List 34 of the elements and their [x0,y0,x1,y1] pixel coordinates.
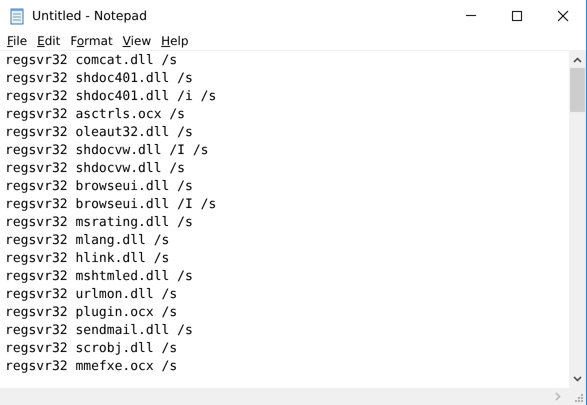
text-line: regsvr32 urlmon.dll /s [5,286,178,304]
chevron-right-icon[interactable] [555,392,561,401]
chevron-down-icon[interactable] [573,376,582,382]
menu-item[interactable]: File [2,34,32,48]
text-line: regsvr32 scrobj.dll /s [5,340,178,358]
text-line: regsvr32 msrating.dll /s [5,214,193,232]
window-title: Untitled - Notepad [32,8,148,23]
close-icon [557,10,569,22]
text-line: regsvr32 shdocvw.dll /I /s [5,142,208,160]
text-line: regsvr32 oleaut32.dll /s [5,124,193,142]
text-line: regsvr32 plugin.ocx /s [5,304,178,322]
text-line: regsvr32 sendmail.dll /s [5,322,193,340]
menu-item[interactable]: View [118,34,156,48]
text-line: regsvr32 shdocvw.dll /s [5,160,186,178]
menu-item[interactable]: Format [65,34,118,48]
text-line: regsvr32 mshtmled.dll /s [5,268,193,286]
text-line: regsvr32 asctrls.ocx /s [5,106,186,124]
horizontal-scrollbar[interactable] [0,388,569,405]
text-line: regsvr32 shdoc401.dll /s [5,70,193,88]
vertical-scrollbar[interactable] [569,51,586,388]
menu-item[interactable]: Edit [32,34,66,48]
chevron-up-icon[interactable] [573,57,582,63]
text-line: regsvr32 mmefxe.ocx /s [5,358,178,376]
text-line: regsvr32 comcat.dll /s [5,52,178,70]
text-line: regsvr32 shdoc401.dll /i /s [5,88,216,106]
text-line: regsvr32 browseui.dll /I /s [5,196,216,214]
scrollbar-thumb[interactable] [570,68,585,112]
text-line: regsvr32 mlang.dll /s [5,232,170,250]
notepad-icon [8,6,26,24]
maximize-icon [511,10,523,22]
text-line: regsvr32 hlink.dll /s [5,250,170,268]
menu-item[interactable]: Help [156,34,194,48]
text-line: regsvr32 browseui.dll /s [5,178,193,196]
minimize-icon [466,15,476,16]
